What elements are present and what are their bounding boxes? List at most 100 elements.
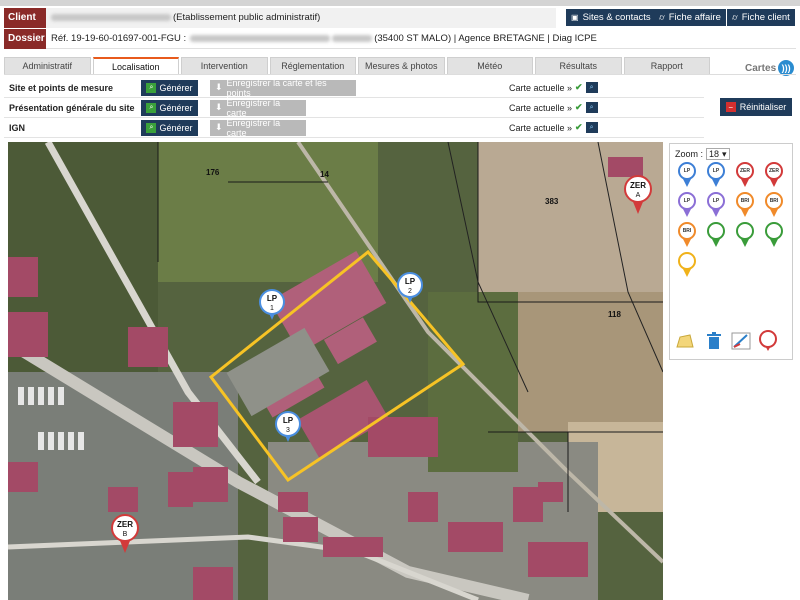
save-label: Enregistrer la carte et les points [226,77,327,98]
dossier-ref: Réf. 19-19-60-01697-001-FGU : [51,32,187,44]
check-icon: ✔ [575,102,583,112]
save-map-points-button[interactable]: ⬇ Enregistrer la carte et les points [210,77,356,98]
marker-num: 2 [408,288,412,295]
current-map: Carte actuelle » ✔ ⌕ [509,82,598,93]
search-icon: ⌕ [146,82,157,93]
row-label: IGN [9,122,26,133]
aerial-map[interactable]: 176 14 383 118 LP 1 LP 2 LP 3 ZER A ZER … [8,142,663,600]
marker-badge: BRI [678,222,696,240]
tab-meteo[interactable]: Météo [446,57,533,74]
draw-line-tool[interactable] [730,330,752,352]
palette-marker[interactable]: LP [705,162,727,188]
zoom-select[interactable]: 18 ▾ [706,148,730,160]
palette-marker[interactable]: ZER [734,162,756,188]
marker-badge [707,222,725,240]
dossier-suffix: (35400 ST MALO) | Agence BRETAGNE | Diag… [374,32,597,44]
save-label: Enregistrer la carte [226,97,281,118]
row-label: Présentation générale du site [9,102,135,113]
palette-marker[interactable]: BRI [676,222,698,248]
magnifier-icon[interactable]: ⌕ [585,82,598,93]
generate-label: Générer [159,122,193,133]
fiche-affaire-button[interactable]: ⌭ Fiche affaire [654,9,726,26]
tab-intervention[interactable]: Intervention [181,57,268,74]
polygon-icon [676,334,694,348]
dossier-value: Réf. 19-19-60-01697-001-FGU : (35400 ST … [46,28,796,49]
polygon-tool[interactable] [674,330,696,352]
minus-icon: − [725,102,736,112]
generate-label: Générer [159,102,193,113]
tab-mesures-photos[interactable]: Mesures & photos [358,57,445,74]
download-icon: ⬇ [215,82,223,92]
marker-code: LP [283,416,294,425]
redacted-site-name [190,34,331,42]
zoom-value: 18 [709,149,720,159]
generate-label: Générer [159,82,193,93]
trash-icon [707,332,721,349]
marker-code: ZER [630,181,646,190]
dossier-label: Dossier [4,28,46,49]
sites-contacts-button[interactable]: ▣ Sites & contacts [566,9,656,26]
download-icon: ⬇ [215,122,223,132]
palette-marker[interactable]: BRI [734,192,756,218]
palette-marker[interactable] [705,222,727,248]
marker-code: LP [405,277,416,286]
site-marker-tool[interactable] [757,330,779,352]
marker-badge: LP [678,192,696,210]
zoom-label: Zoom : [675,149,704,159]
site-marker-icon [759,330,777,351]
row-site-points: Site et points de mesure ⌕ Générer ⬇ Enr… [4,78,704,98]
palette-marker[interactable]: ZER [763,162,785,188]
palette-marker[interactable] [763,222,785,248]
search-icon: ⌕ [146,102,157,113]
tab-rapport[interactable]: Rapport [623,57,710,74]
palette-marker[interactable] [676,252,698,278]
marker-badge: BRI [736,192,754,210]
save-map-button[interactable]: ⬇ Enregistrer la carte [210,117,306,138]
palette-marker[interactable]: BRI [763,192,785,218]
fiche-affaire-label: Fiche affaire [668,12,721,23]
palette-marker[interactable] [734,222,756,248]
generate-button[interactable]: ⌕ Générer [141,79,198,96]
tab-localisation[interactable]: Localisation [92,57,179,74]
save-map-button[interactable]: ⬇ Enregistrer la carte [210,97,306,118]
search-icon: ⌕ [146,122,157,133]
reset-button[interactable]: − Réinitialiser [720,98,792,116]
palette-marker[interactable]: LP [676,162,698,188]
tab-administratif[interactable]: Administratif [4,57,91,74]
fiche-client-button[interactable]: ⌭ Fiche client [727,9,795,26]
marker-badge [736,222,754,240]
check-icon: ✔ [575,82,583,92]
palette-marker[interactable]: LP [676,192,698,218]
marker-code: ZER [117,520,133,529]
reset-label: Réinitialiser [739,102,787,112]
marker-toolbox: Zoom : 18 ▾ LP LP ZER ZER LP LP BRI BRI BRI [669,143,793,360]
row-ign: IGN ⌕ Générer ⬇ Enregistrer la carte Car… [4,118,704,138]
generate-button[interactable]: ⌕ Générer [141,119,198,136]
parcel-label: 383 [545,197,559,206]
tab-reglementation[interactable]: Réglementation [269,57,356,74]
tab-resultats[interactable]: Résultats [535,57,622,74]
marker-code: LP [267,294,278,303]
marker-badge [765,222,783,240]
chevron-down-icon: ▾ [722,148,727,159]
current-map-label: Carte actuelle » [509,82,573,93]
parcel-label: 14 [320,170,329,179]
top-strip [0,0,800,6]
check-icon: ✔ [575,122,583,132]
current-map: Carte actuelle » ✔ ⌕ [509,122,598,133]
delete-tool[interactable] [703,330,725,352]
redacted-address [332,34,373,42]
save-label: Enregistrer la carte [226,117,281,138]
palette-marker[interactable]: LP [705,192,727,218]
marker-badge [678,252,696,270]
fiche-client-label: Fiche client [741,12,790,23]
zoom-control: Zoom : 18 ▾ [675,148,730,160]
magnifier-icon[interactable]: ⌕ [585,122,598,133]
sites-contacts-label: Sites & contacts [582,12,651,23]
generate-button[interactable]: ⌕ Générer [141,99,198,116]
magnifier-icon[interactable]: ⌕ [585,102,598,113]
parcel-label: 176 [206,168,220,177]
pencil-icon [731,332,751,350]
marker-num: 1 [270,305,274,312]
current-map-label: Carte actuelle » [509,122,573,133]
